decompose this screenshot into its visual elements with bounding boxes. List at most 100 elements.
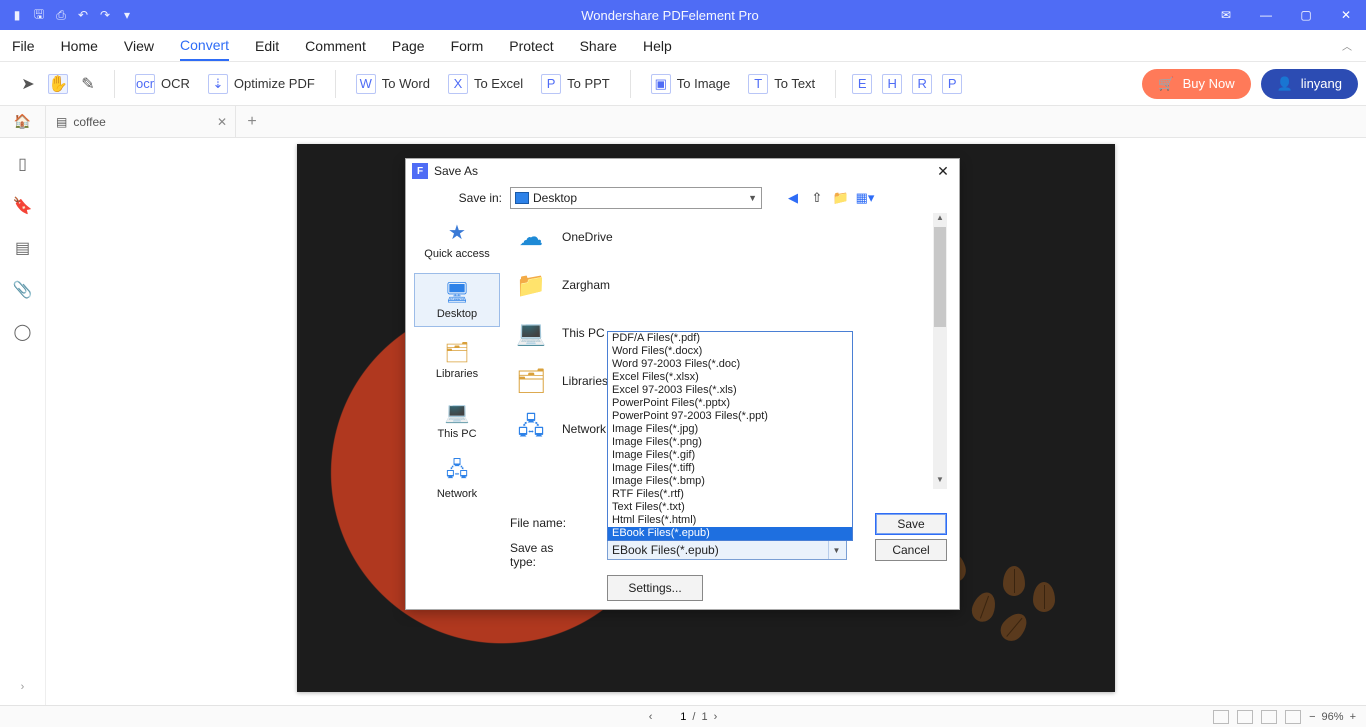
menu-protect[interactable]: Protect [509,32,553,60]
print-icon[interactable]: ⎙ [54,8,68,22]
menu-convert[interactable]: Convert [180,31,229,61]
menu-file[interactable]: File [12,32,35,60]
place-label: Quick access [424,248,489,260]
type-option[interactable]: Image Files(*.png) [608,436,852,449]
chat-icon[interactable]: ◯ [14,322,32,342]
item-onedrive[interactable]: ☁OneDrive [506,213,942,261]
to-excel-button[interactable]: XTo Excel [444,72,527,96]
tab-coffee[interactable]: ▤ coffee ✕ [46,106,236,137]
edit-tool-icon[interactable]: ✎ [78,74,98,94]
type-option[interactable]: Image Files(*.gif) [608,449,852,462]
username-label: linyang [1301,76,1342,91]
type-option[interactable]: PowerPoint Files(*.pptx) [608,397,852,410]
type-option[interactable]: Image Files(*.jpg) [608,423,852,436]
close-icon[interactable]: ✕ [1326,0,1366,30]
menu-bar: File Home View Convert Edit Comment Page… [0,30,1366,62]
convert-r-icon[interactable]: R [912,74,932,94]
settings-button[interactable]: Settings... [607,575,703,601]
place-quick-access[interactable]: ★Quick access [414,213,500,267]
type-option[interactable]: Image Files(*.tiff) [608,462,852,475]
convert-e-icon[interactable]: E [852,74,872,94]
item-user[interactable]: 📁Zargham [506,261,942,309]
dialog-close-icon[interactable]: ✕ [933,163,953,180]
prev-page-icon[interactable]: ‹ [649,711,653,723]
file-list-scrollbar[interactable]: ▲ ▼ [933,213,947,489]
scroll-down-icon[interactable]: ▼ [933,475,947,489]
buy-now-button[interactable]: 🛒Buy Now [1142,69,1250,99]
maximize-icon[interactable]: ▢ [1286,0,1326,30]
bookmarks-icon[interactable]: 🔖 [13,196,33,216]
page-current-input[interactable] [658,711,686,723]
type-option[interactable]: Text Files(*.txt) [608,501,852,514]
expand-panel-icon[interactable]: › [21,681,25,693]
place-this-pc[interactable]: 💻This PC [414,393,500,447]
collapse-ribbon-icon[interactable]: ︿ [1342,38,1352,53]
place-libraries[interactable]: 🗂Libraries [414,333,500,387]
menu-edit[interactable]: Edit [255,32,279,60]
to-ppt-button[interactable]: PTo PPT [537,72,614,96]
to-image-button[interactable]: ▣To Image [647,72,734,96]
user-button[interactable]: 👤 linyang [1261,69,1358,99]
save-type-combo[interactable]: EBook Files(*.epub) ▼ [607,540,847,560]
ocr-button[interactable]: ocrOCR [131,72,194,96]
view-single-icon[interactable] [1213,710,1229,724]
scroll-up-icon[interactable]: ▲ [933,213,947,227]
undo-icon[interactable]: ↶ [76,8,90,22]
zoom-out-icon[interactable]: − [1309,711,1315,723]
up-icon[interactable]: ⇧ [808,189,826,207]
save-button[interactable]: Save [875,513,947,535]
to-word-button[interactable]: WTo Word [352,72,434,96]
new-folder-icon[interactable]: 📁 [832,189,850,207]
mail-icon[interactable]: ✉ [1206,0,1246,30]
type-option[interactable]: Excel 97-2003 Files(*.xls) [608,384,852,397]
type-option[interactable]: PDF/A Files(*.pdf) [608,332,852,345]
menu-share[interactable]: Share [580,32,617,60]
home-tab-icon[interactable]: 🏠 [0,106,46,137]
convert-h-icon[interactable]: H [882,74,902,94]
cancel-button-label: Cancel [892,543,929,557]
menu-form[interactable]: Form [451,32,484,60]
minimize-icon[interactable]: — [1246,0,1286,30]
tab-close-icon[interactable]: ✕ [217,115,227,129]
comments-icon[interactable]: ▤ [15,238,30,258]
menu-home[interactable]: Home [61,32,98,60]
menu-comment[interactable]: Comment [305,32,366,60]
select-tool-icon[interactable]: ➤ [18,74,38,94]
new-tab-icon[interactable]: + [236,113,268,131]
optimize-pdf-button[interactable]: ⇣Optimize PDF [204,72,319,96]
convert-p-icon[interactable]: P [942,74,962,94]
back-icon[interactable]: ◀ [784,189,802,207]
menu-view[interactable]: View [124,32,154,60]
thumbnails-icon[interactable]: ▯ [18,154,27,174]
save-in-select[interactable]: Desktop ▼ [510,187,762,209]
save-icon[interactable]: 🖫 [32,8,46,22]
type-option[interactable]: Image Files(*.bmp) [608,475,852,488]
zoom-in-icon[interactable]: + [1350,711,1356,723]
scroll-thumb[interactable] [934,227,946,327]
redo-icon[interactable]: ↷ [98,8,112,22]
type-option[interactable]: Excel Files(*.xlsx) [608,371,852,384]
type-option[interactable]: Html Files(*.html) [608,514,852,527]
hand-tool-icon[interactable]: ✋ [48,74,68,94]
place-desktop[interactable]: 🖥Desktop [414,273,500,327]
type-option[interactable]: RTF Files(*.rtf) [608,488,852,501]
type-option[interactable]: Word 97-2003 Files(*.doc) [608,358,852,371]
view-grid-icon[interactable] [1285,710,1301,724]
to-text-button[interactable]: TTo Text [744,72,819,96]
view-continuous-icon[interactable] [1237,710,1253,724]
attachments-icon[interactable]: 📎 [13,280,33,300]
type-option[interactable]: Word Files(*.docx) [608,345,852,358]
dialog-title: Save As [434,164,933,178]
view-two-page-icon[interactable] [1261,710,1277,724]
user-icon: 👤 [1277,76,1293,92]
place-network[interactable]: 🖧Network [414,453,500,507]
type-option[interactable]: EBook Files(*.epub) [608,527,852,540]
next-page-icon[interactable]: › [714,711,718,723]
qat-more-icon[interactable]: ▾ [120,8,134,22]
type-option[interactable]: PowerPoint 97-2003 Files(*.ppt) [608,410,852,423]
cancel-button[interactable]: Cancel [875,539,947,561]
views-icon[interactable]: ▦▾ [856,189,874,207]
menu-help[interactable]: Help [643,32,672,60]
save-type-dropdown-list[interactable]: PDF/A Files(*.pdf)Word Files(*.docx)Word… [607,331,853,541]
menu-page[interactable]: Page [392,32,425,60]
